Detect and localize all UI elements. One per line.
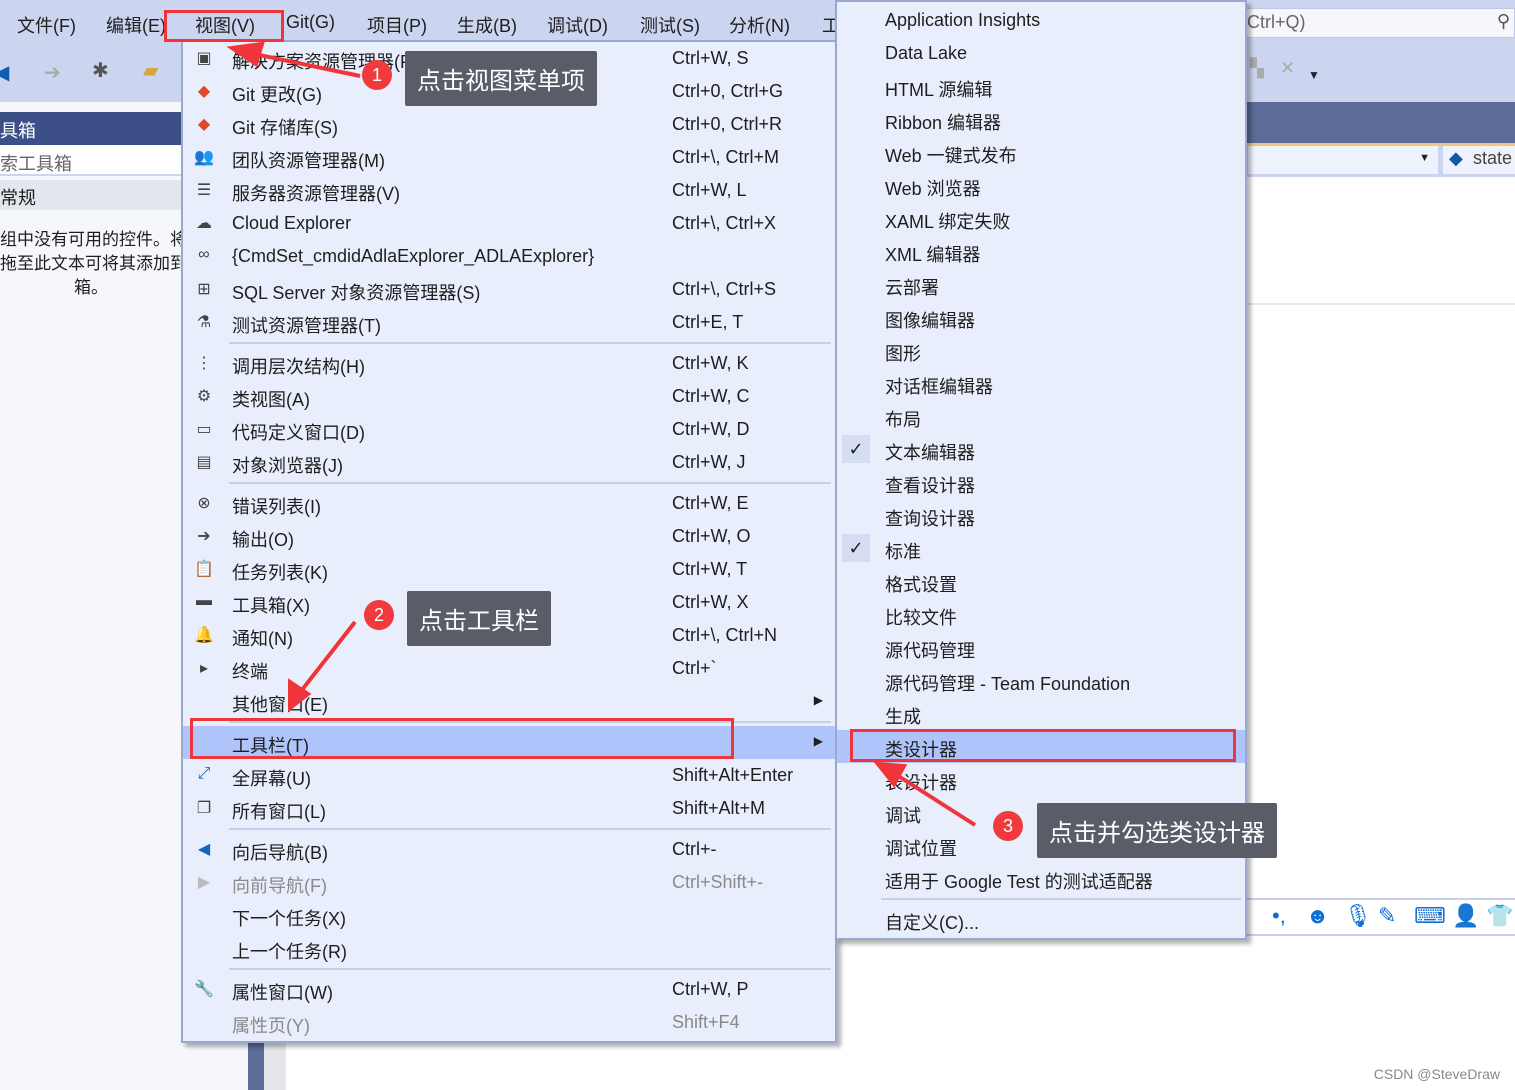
step-number-1: 1 [362, 60, 392, 90]
annotation-arrows [226, 41, 977, 827]
arrow-1 [244, 50, 361, 78]
callout-2: 点击工具栏 [407, 591, 551, 646]
arrow-3-head [873, 761, 908, 788]
arrow-3 [890, 770, 977, 827]
arrow-2 [296, 620, 357, 697]
step-number-2: 2 [364, 600, 394, 630]
arrow-1-head [226, 41, 265, 68]
callout-1: 点击视图菜单项 [405, 51, 597, 106]
step-number-3: 3 [993, 811, 1023, 841]
watermark: CSDN @SteveDraw [1373, 1066, 1500, 1082]
callout-3: 点击并勾选类设计器 [1037, 803, 1277, 858]
